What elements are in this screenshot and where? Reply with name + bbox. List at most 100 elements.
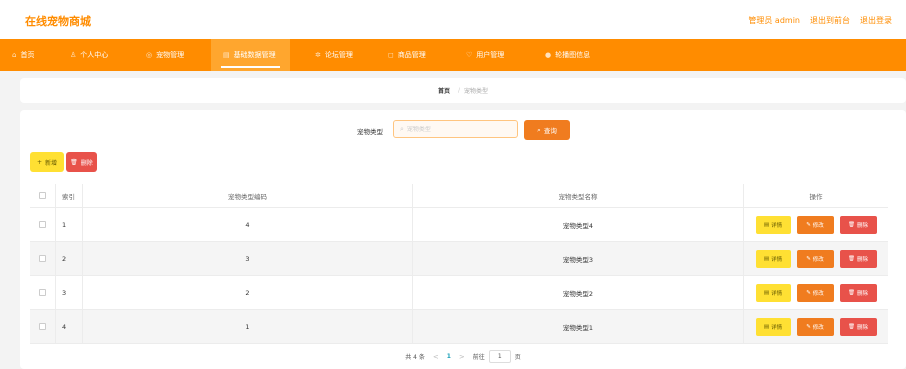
plus-icon: + xyxy=(36,158,42,166)
edit-icon: ✎ xyxy=(806,221,811,228)
detail-label: 详情 xyxy=(771,222,783,229)
detail-icon: ▤ xyxy=(763,221,770,228)
breadcrumb-separator: / xyxy=(457,87,461,94)
detail-label: 详情 xyxy=(771,290,783,297)
row-name: 宠物类型2 xyxy=(413,276,744,309)
product-icon: ◻ xyxy=(388,51,394,59)
goto-page: 前往 1 页 xyxy=(473,350,521,363)
delete-label: 删除 xyxy=(856,256,868,263)
delete-button[interactable]: 🗑 删除 xyxy=(839,249,877,268)
table-header: 索引 宠物类型编码 宠物类型名称 操作 xyxy=(30,184,888,208)
content-card: 宠物类型 ⌕ ⌕ 查询 + 新增 🗑 删除 索引 宠物类型编码 宠物类型名称 操… xyxy=(20,110,906,369)
delete-button[interactable]: 🗑 删除 xyxy=(839,317,877,336)
prev-page-icon[interactable]: < xyxy=(433,353,439,361)
row-checkbox[interactable] xyxy=(39,323,46,330)
delete-button[interactable]: 🗑 删除 xyxy=(839,283,877,302)
delete-button[interactable]: 🗑 删除 xyxy=(839,215,877,234)
select-all-checkbox[interactable] xyxy=(39,192,46,199)
next-page-icon[interactable]: > xyxy=(459,353,465,361)
column-header-name: 宠物类型名称 xyxy=(413,184,744,207)
search-icon: ⌕ xyxy=(537,125,541,134)
row-actions: ▤ 详情 ✎ 修改 🗑 删除 xyxy=(744,276,888,309)
detail-label: 详情 xyxy=(771,324,783,331)
header-links: 管理员 admin 退出到前台 退出登录 xyxy=(748,15,892,26)
detail-button[interactable]: ▤ 详情 xyxy=(755,283,791,302)
delete-label: 删除 xyxy=(856,222,868,229)
table-row: 3 2 宠物类型2 ▤ 详情 ✎ 修改 🗑 删除 xyxy=(30,276,888,310)
nav-item-profile[interactable]: ♙ 个人中心 xyxy=(70,39,108,71)
query-button[interactable]: ⌕ 查询 xyxy=(524,120,570,140)
row-index: 2 xyxy=(56,242,83,275)
row-select-cell xyxy=(30,276,56,309)
nav-item-users[interactable]: ♡ 用户管理 xyxy=(466,39,504,71)
edit-button[interactable]: ✎ 修改 xyxy=(796,215,834,234)
current-page[interactable]: 1 xyxy=(447,353,451,360)
trash-icon: 🗑 xyxy=(70,158,78,166)
home-icon: ⌂ xyxy=(12,51,17,59)
nav-item-forum[interactable]: ✲ 论坛管理 xyxy=(315,39,353,71)
edit-icon: ✎ xyxy=(806,255,811,262)
detail-label: 详情 xyxy=(771,256,783,263)
bulk-delete-label: 删除 xyxy=(80,159,93,167)
database-icon: ▤ xyxy=(223,51,230,59)
edit-button[interactable]: ✎ 修改 xyxy=(796,249,834,268)
nav-item-label: 首页 xyxy=(20,51,35,59)
column-header-actions: 操作 xyxy=(809,192,823,201)
user-icon: ♙ xyxy=(70,51,77,59)
nav-item-base-data[interactable]: ▤ 基础数据管理 xyxy=(211,39,290,71)
detail-icon: ▤ xyxy=(763,289,770,296)
column-header-index: 索引 xyxy=(56,184,83,207)
breadcrumb-current: 宠物类型 xyxy=(464,88,489,95)
nav-item-carousel[interactable]: ● 轮播图信息 xyxy=(545,39,590,71)
row-checkbox[interactable] xyxy=(39,289,46,296)
row-code: 3 xyxy=(83,242,413,275)
edit-icon: ✎ xyxy=(806,289,811,296)
table-row: 2 3 宠物类型3 ▤ 详情 ✎ 修改 🗑 删除 xyxy=(30,242,888,276)
nav-item-label: 论坛管理 xyxy=(324,51,353,59)
row-name: 宠物类型4 xyxy=(413,208,744,241)
nav-item-label: 基础数据管理 xyxy=(233,51,276,59)
search-box: ⌕ xyxy=(393,120,518,138)
table-row: 1 4 宠物类型4 ▤ 详情 ✎ 修改 🗑 删除 xyxy=(30,208,888,242)
breadcrumb-home[interactable]: 首页 xyxy=(438,86,450,95)
edit-button[interactable]: ✎ 修改 xyxy=(796,317,834,336)
nav-item-label: 用户管理 xyxy=(476,51,505,59)
trash-icon: 🗑 xyxy=(848,221,855,228)
add-button[interactable]: + 新增 xyxy=(30,152,64,172)
trash-icon: 🗑 xyxy=(848,323,855,330)
detail-button[interactable]: ▤ 详情 xyxy=(755,317,791,336)
detail-button[interactable]: ▤ 详情 xyxy=(755,215,791,234)
nav-item-products[interactable]: ◻ 商品管理 xyxy=(388,39,426,71)
search-label: 宠物类型 xyxy=(357,128,383,136)
pet-type-table: 索引 宠物类型编码 宠物类型名称 操作 1 4 宠物类型4 ▤ 详情 ✎ 修改 🗑 删… xyxy=(30,184,888,344)
app-title: 在线宠物商城 xyxy=(25,15,91,28)
nav-item-pets[interactable]: ◎ 宠物管理 xyxy=(146,39,184,71)
back-to-front-link[interactable]: 退出到前台 xyxy=(810,15,850,26)
row-index: 4 xyxy=(56,310,83,343)
detail-button[interactable]: ▤ 详情 xyxy=(755,249,791,268)
row-index: 3 xyxy=(56,276,83,309)
users-icon: ♡ xyxy=(466,51,473,59)
admin-label: 管理员 admin xyxy=(748,16,800,25)
bulk-delete-button[interactable]: 🗑 删除 xyxy=(66,152,97,172)
row-checkbox[interactable] xyxy=(39,221,46,228)
trash-icon: 🗑 xyxy=(848,289,855,296)
main-nav: ⌂ 首页 ♙ 个人中心 ◎ 宠物管理 ▤ 基础数据管理 ✲ 论坛管理 ◻ 商品管… xyxy=(0,39,906,71)
row-actions: ▤ 详情 ✎ 修改 🗑 删除 xyxy=(744,208,888,241)
goto-page-input[interactable]: 1 xyxy=(488,350,511,363)
row-name: 宠物类型1 xyxy=(413,310,744,343)
goto-label: 前往 xyxy=(472,354,485,361)
edit-label: 修改 xyxy=(812,256,824,263)
nav-item-home[interactable]: ⌂ 首页 xyxy=(12,39,34,71)
search-input[interactable] xyxy=(406,125,512,133)
nav-item-label: 轮播图信息 xyxy=(555,51,591,59)
row-checkbox[interactable] xyxy=(39,255,46,262)
top-bar: 在线宠物商城 管理员 admin 退出到前台 退出登录 xyxy=(0,0,906,39)
logout-link[interactable]: 退出登录 xyxy=(860,15,892,26)
row-name: 宠物类型3 xyxy=(413,242,744,275)
edit-button[interactable]: ✎ 修改 xyxy=(796,283,834,302)
nav-item-label: 宠物管理 xyxy=(156,51,185,59)
detail-icon: ▤ xyxy=(763,255,770,262)
edit-label: 修改 xyxy=(812,324,824,331)
carousel-icon: ● xyxy=(545,51,552,59)
